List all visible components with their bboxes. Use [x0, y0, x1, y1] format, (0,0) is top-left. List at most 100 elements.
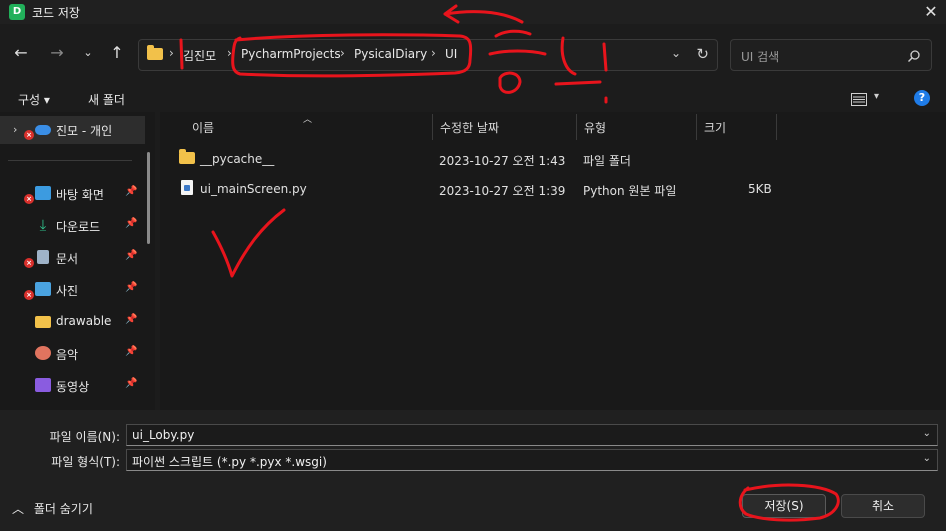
view-options-icon[interactable] [851, 93, 867, 106]
chevron-right-icon: › [169, 46, 174, 60]
sidebar-item-drawable[interactable]: drawable 📌 [0, 308, 145, 336]
column-header-name[interactable]: 이름 [192, 119, 214, 136]
sidebar-item-pictures[interactable]: × 사진 📌 [0, 276, 145, 304]
address-bar[interactable]: › 김진모 › PycharmProjects › PysicalDiary ›… [138, 39, 718, 71]
divider [8, 160, 132, 161]
file-date: 2023-10-27 오전 1:39 [439, 184, 566, 198]
save-button[interactable]: 저장(S) [742, 494, 826, 518]
sync-error-icon: × [24, 130, 34, 140]
column-header-size[interactable]: 크기 [704, 119, 726, 136]
filename-label: 파일 이름(N): [49, 430, 120, 444]
sidebar-item-onedrive[interactable]: › × 진모 - 개인 [0, 116, 145, 144]
chevron-up-icon: ︿ [12, 502, 25, 516]
folder-icon [35, 316, 51, 328]
file-name: ui_mainScreen.py [200, 182, 307, 196]
command-bar: 구성 ▾ 새 폴더 ▾ ? [0, 86, 946, 112]
search-icon [908, 50, 920, 62]
filetype-select[interactable]: 파이썬 스크립트 (*.py *.pyx *.wsgi) ⌄ [126, 449, 938, 471]
pictures-icon [35, 282, 51, 296]
sidebar-item-downloads[interactable]: ⤓ 다운로드 📌 [0, 212, 145, 240]
sidebar-item-videos[interactable]: 동영상 📌 [0, 372, 145, 400]
pin-icon: 📌 [125, 250, 138, 261]
sidebar-item-label: 문서 [56, 252, 79, 266]
sidebar-item-documents[interactable]: × 문서 📌 [0, 244, 145, 272]
chevron-right-icon: › [227, 46, 232, 60]
column-divider[interactable] [432, 114, 433, 140]
chevron-down-icon: ⌄ [83, 46, 93, 59]
search-box[interactable]: UI 검색 [730, 39, 932, 71]
pin-icon: 📌 [125, 186, 138, 197]
file-list: ︿ 이름 수정한 날짜 유형 크기 __pycache__ 2023-10-27… [160, 112, 946, 410]
recent-locations-button[interactable]: ⌄ [77, 42, 99, 64]
title-bar: D 코드 저장 ✕ [0, 0, 946, 24]
sync-error-icon: × [24, 258, 34, 268]
back-button[interactable]: ← [10, 42, 32, 64]
python-file-icon [181, 180, 193, 195]
new-folder-button[interactable]: 새 폴더 [88, 91, 125, 108]
file-date: 2023-10-27 오전 1:43 [439, 154, 566, 168]
folder-icon [179, 149, 195, 164]
column-divider[interactable] [576, 114, 577, 140]
file-name: __pycache__ [200, 152, 275, 166]
pin-icon: 📌 [125, 378, 138, 389]
video-icon [35, 378, 51, 392]
help-icon[interactable]: ? [914, 90, 930, 106]
close-button[interactable]: ✕ [916, 0, 946, 24]
search-placeholder: UI 검색 [741, 50, 780, 64]
folder-icon [147, 45, 163, 60]
app-icon: D [9, 4, 25, 20]
document-icon [37, 250, 49, 264]
chevron-right-icon: › [340, 46, 345, 60]
file-size: 5KB [748, 182, 772, 196]
pin-icon: 📌 [125, 314, 138, 325]
file-type: Python 원본 파일 [583, 184, 677, 198]
cancel-button[interactable]: 취소 [841, 494, 925, 518]
filetype-value: 파이썬 스크립트 (*.py *.pyx *.wsgi) [132, 455, 327, 469]
pin-icon: 📌 [125, 282, 138, 293]
pin-icon: 📌 [125, 346, 138, 357]
filename-value: ui_Loby.py [132, 428, 195, 442]
window-title: 코드 저장 [32, 6, 80, 20]
sidebar-item-label: 음악 [56, 348, 79, 362]
up-button[interactable]: ↑ [106, 42, 128, 64]
column-divider[interactable] [696, 114, 697, 140]
hide-folders-label: 폴더 숨기기 [33, 502, 93, 516]
save-form: 파일 이름(N): ui_Loby.py ⌄ 파일 형식(T): 파이썬 스크립… [0, 410, 946, 531]
breadcrumb-pycharmprojects[interactable]: PycharmProjects [241, 47, 341, 61]
sidebar-scrollbar[interactable] [147, 152, 150, 244]
column-divider[interactable] [776, 114, 777, 140]
sidebar-item-label: 다운로드 [56, 220, 101, 234]
sidebar-item-desktop[interactable]: × 바탕 화면 📌 [0, 180, 145, 208]
chevron-right-icon[interactable]: › [13, 123, 17, 136]
arrow-right-icon: → [50, 43, 64, 62]
onedrive-cloud-icon [35, 125, 51, 135]
hide-folders-toggle[interactable]: ︿ 폴더 숨기기 [12, 500, 93, 517]
chevron-right-icon: › [431, 46, 436, 60]
address-history-chevron-icon[interactable]: ⌄ [671, 46, 681, 60]
navigation-bar: ← → ⌄ ↑ › 김진모 › PycharmProjects › Pysica… [0, 24, 946, 86]
forward-button[interactable]: → [46, 42, 68, 64]
sidebar-item-label: 동영상 [56, 380, 90, 394]
sort-ascending-icon: ︿ [303, 115, 313, 125]
sidebar-item-label: 바탕 화면 [56, 188, 104, 202]
column-header-type[interactable]: 유형 [584, 119, 606, 136]
breadcrumb-ui[interactable]: UI [445, 47, 457, 61]
file-row[interactable]: ui_mainScreen.py 2023-10-27 오전 1:39 Pyth… [170, 176, 780, 202]
file-row[interactable]: __pycache__ 2023-10-27 오전 1:43 파일 폴더 [170, 146, 780, 172]
chevron-down-icon[interactable]: ⌄ [923, 453, 931, 464]
close-icon: ✕ [924, 2, 938, 21]
chevron-down-icon[interactable]: ⌄ [923, 428, 931, 439]
filename-input[interactable]: ui_Loby.py ⌄ [126, 424, 938, 446]
sync-error-icon: × [24, 290, 34, 300]
organize-menu[interactable]: 구성 ▾ [18, 91, 50, 108]
breadcrumb-user[interactable]: 김진모 [183, 47, 216, 64]
view-dropdown-icon[interactable]: ▾ [874, 91, 879, 102]
refresh-icon[interactable]: ↻ [696, 45, 709, 63]
sidebar-item-label: 사진 [56, 284, 79, 298]
music-icon [35, 346, 51, 360]
sidebar-item-label: 진모 - 개인 [56, 124, 113, 138]
pin-icon: 📌 [125, 218, 138, 229]
column-header-date[interactable]: 수정한 날짜 [440, 119, 499, 136]
sidebar-item-music[interactable]: 음악 📌 [0, 340, 145, 368]
breadcrumb-pysicaldiary[interactable]: PysicalDiary [354, 47, 427, 61]
